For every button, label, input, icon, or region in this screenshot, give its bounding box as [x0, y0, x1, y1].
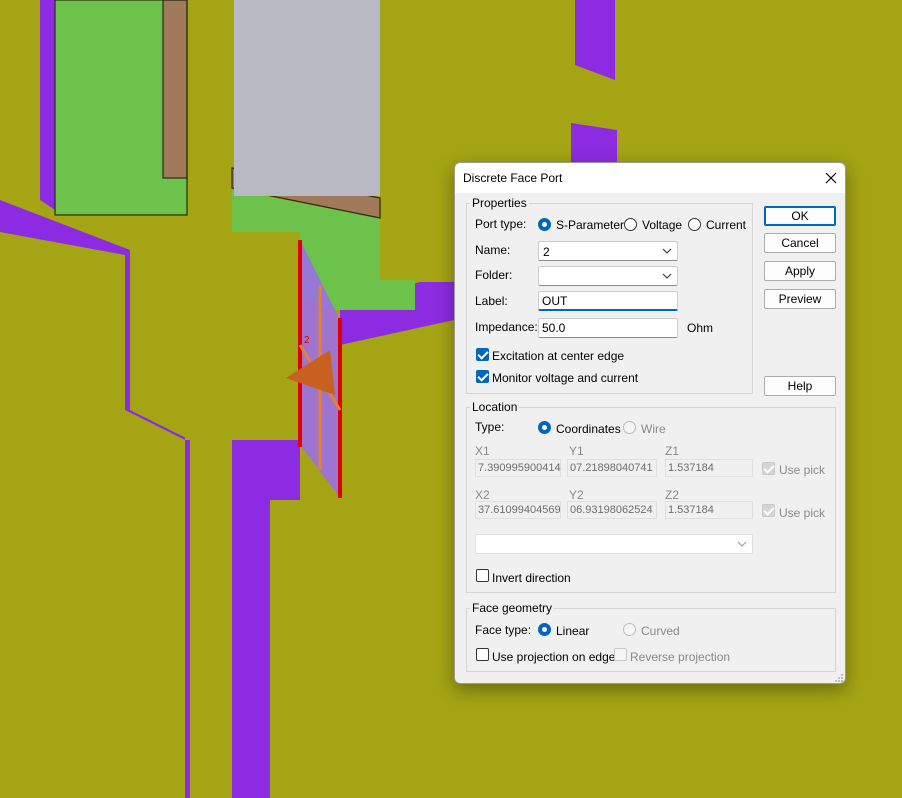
location-type-label: Type:: [475, 420, 505, 434]
port-type-sparameter-radio[interactable]: [538, 218, 551, 231]
port-type-current-label[interactable]: Current: [706, 218, 746, 232]
chevron-down-icon: [662, 273, 672, 279]
port-type-label: Port type:: [475, 217, 527, 231]
x1-field: 7.390995900414: [475, 459, 561, 477]
y1-label: Y1: [569, 444, 584, 458]
location-type-coordinates-label[interactable]: Coordinates: [556, 422, 621, 436]
z2-label: Z2: [665, 488, 680, 502]
dialog-titlebar: Discrete Face Port: [455, 163, 845, 193]
face-geometry-group-title: Face geometry: [470, 601, 555, 615]
name-value: 2: [543, 245, 550, 259]
invert-direction-checkbox[interactable]: [476, 569, 489, 582]
chevron-down-icon: [737, 541, 747, 547]
location-type-wire-label: Wire: [641, 422, 666, 436]
monitor-checkbox[interactable]: [476, 370, 489, 383]
reverse-projection-checkbox: [614, 648, 627, 661]
face-type-curved-label: Curved: [641, 624, 680, 638]
port-type-voltage-radio[interactable]: [624, 218, 637, 231]
z1-field: 1.537184: [665, 459, 753, 477]
excitation-label[interactable]: Excitation at center edge: [492, 349, 624, 363]
preview-button[interactable]: Preview: [764, 289, 836, 309]
label-input[interactable]: OUT: [538, 291, 678, 311]
use-pick-1-checkbox: [762, 462, 775, 475]
face-type-linear-label[interactable]: Linear: [556, 624, 589, 638]
impedance-label: Impedance:: [475, 320, 538, 334]
y2-label: Y2: [569, 488, 584, 502]
port-type-sparameter-label[interactable]: S-Parameter: [556, 218, 624, 232]
cancel-button[interactable]: Cancel: [764, 233, 836, 253]
label-label: Label:: [475, 294, 508, 308]
name-combo[interactable]: 2: [538, 241, 678, 261]
gray-block: [234, 0, 380, 196]
z1-label: Z1: [665, 444, 680, 458]
use-pick-2-checkbox: [762, 504, 775, 517]
z2-field: 1.537184: [665, 501, 753, 519]
location-group-title: Location: [470, 400, 520, 414]
apply-button[interactable]: Apply: [764, 261, 836, 281]
port-type-voltage-label[interactable]: Voltage: [642, 218, 682, 232]
location-type-coordinates-radio[interactable]: [538, 421, 551, 434]
ok-button[interactable]: OK: [764, 206, 836, 226]
monitor-label[interactable]: Monitor voltage and current: [492, 371, 638, 385]
impedance-unit: Ohm: [687, 321, 714, 335]
dialog-title: Discrete Face Port: [463, 171, 563, 185]
wire-combo: [475, 534, 753, 554]
x2-label: X2: [475, 488, 490, 502]
help-button[interactable]: Help: [764, 376, 836, 396]
use-pick-2-label: Use pick: [779, 506, 826, 520]
port-type-current-radio[interactable]: [688, 218, 701, 231]
excitation-checkbox[interactable]: [476, 348, 489, 361]
port-number-label: 2: [304, 335, 310, 346]
properties-group-title: Properties: [470, 196, 529, 210]
face-type-curved-radio: [623, 623, 636, 636]
y1-field: 07.21898040741: [567, 459, 657, 477]
discrete-face-port-dialog: Discrete Face Port OK Cancel Apply Previ…: [454, 162, 846, 684]
invert-direction-label[interactable]: Invert direction: [492, 571, 571, 585]
x1-label: X1: [475, 444, 490, 458]
location-type-wire-radio: [623, 421, 636, 434]
chevron-down-icon: [662, 248, 672, 254]
y2-field: 06.93198062524: [567, 501, 657, 519]
face-type-linear-radio[interactable]: [538, 623, 551, 636]
use-pick-1-label: Use pick: [779, 463, 826, 477]
x2-field: 37.61099404569: [475, 501, 561, 519]
folder-combo[interactable]: [538, 266, 678, 286]
folder-label: Folder:: [475, 268, 513, 282]
resize-grip-icon[interactable]: [835, 673, 844, 682]
impedance-input[interactable]: 50.0: [538, 318, 678, 338]
close-icon[interactable]: [821, 168, 841, 188]
projection-checkbox[interactable]: [476, 648, 489, 661]
reverse-projection-label: Reverse projection: [630, 650, 731, 664]
projection-label[interactable]: Use projection on edge: [492, 650, 615, 664]
name-label: Name:: [475, 243, 511, 257]
face-type-label: Face type:: [475, 623, 532, 637]
